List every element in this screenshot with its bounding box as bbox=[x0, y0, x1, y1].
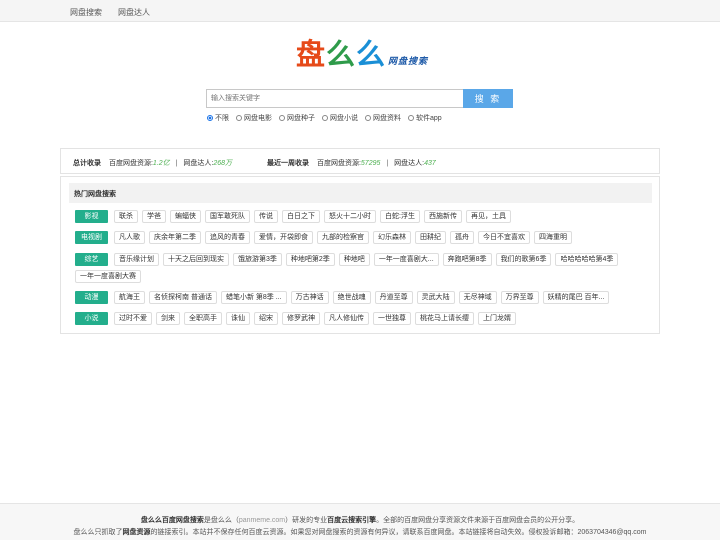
hot-row: 影视 联杀 学爸 蝙蝠侠 国军敢死队 传说 白日之下 怒火十二小时 白蛇:浮生 西施新传 再见，土具 bbox=[75, 210, 635, 223]
hot-tag[interactable]: 种地吧 bbox=[338, 253, 370, 266]
radio-icon bbox=[365, 115, 371, 121]
radio-icon bbox=[408, 115, 414, 121]
filter-movies[interactable]: 网盘电影 bbox=[236, 113, 272, 123]
hot-tag[interactable]: 孤舟 bbox=[450, 231, 474, 244]
hot-tag[interactable]: 一年一度喜剧大赛 bbox=[75, 270, 141, 283]
hot-tag[interactable]: 再见，土具 bbox=[465, 210, 511, 223]
site-logo[interactable]: 盘 么 么 网盘搜索 bbox=[296, 38, 436, 70]
filter-all[interactable]: 不限 bbox=[207, 113, 229, 123]
hot-tag[interactable]: 庆余年第二季 bbox=[149, 231, 201, 244]
radio-icon bbox=[236, 115, 242, 121]
hot-tag[interactable]: 我们的歌第6季 bbox=[495, 253, 552, 266]
hot-tag[interactable]: 一年一度喜剧大... bbox=[373, 253, 439, 266]
nav-pan-search[interactable]: 网盘搜索 bbox=[70, 7, 102, 18]
search-filters: 不限 网盘电影 网盘种子 网盘小说 网盘资料 软件app bbox=[207, 113, 442, 123]
filter-torrents[interactable]: 网盘种子 bbox=[279, 113, 315, 123]
hot-tag[interactable]: 田耕纪 bbox=[415, 231, 446, 244]
hot-tag[interactable]: 追风的青春 bbox=[205, 231, 250, 244]
category-badge[interactable]: 动漫 bbox=[75, 291, 108, 304]
week-label: 最近一周收录 bbox=[267, 160, 309, 167]
hot-tag[interactable]: 学爸 bbox=[142, 210, 166, 223]
search-button[interactable]: 搜 索 bbox=[463, 89, 513, 108]
week-resources: 57295 bbox=[360, 160, 381, 167]
hot-tag[interactable]: 丹道至尊 bbox=[374, 291, 413, 304]
hot-tag[interactable]: 今日不宜喜欢 bbox=[478, 231, 530, 244]
hot-tag[interactable]: 绍宋 bbox=[254, 312, 278, 325]
hot-row: 动漫 航海王 名侦探柯南 普通话 蜡笔小新 第8季 ... 万古神话 绝世战魂 丹道至尊 灵武… bbox=[75, 291, 635, 304]
hot-tag[interactable]: 蜡笔小新 第8季 ... bbox=[220, 291, 287, 304]
radio-checked-icon bbox=[207, 115, 213, 121]
hot-tag[interactable]: 国军敢死队 bbox=[205, 210, 250, 223]
total-resources: 1.2亿 bbox=[152, 160, 170, 167]
total-users: 268万 bbox=[213, 160, 233, 167]
stats-panel: 总计收录 百度网盘资源:1.2亿 | 网盘达人:268万 最近一周收录 百度网盘… bbox=[60, 148, 660, 174]
hot-tag[interactable]: 航海王 bbox=[114, 291, 145, 304]
hot-tag[interactable]: 种地吧第2季 bbox=[285, 253, 335, 266]
footer-line-2: 盘么么只抓取了网盘资源的链接索引。本站并不保存任何百度云资源。如果您对网盘搜索的… bbox=[73, 529, 647, 536]
hot-tag[interactable]: 奔跑吧第8季 bbox=[442, 253, 492, 266]
hot-tag[interactable]: 白蛇:浮生 bbox=[380, 210, 420, 223]
hot-tag[interactable]: 无尽神域 bbox=[458, 291, 497, 304]
hot-tag[interactable]: 灵武大陆 bbox=[416, 291, 455, 304]
hot-row: 电视剧 凡人歌 庆余年第二季 追风的青春 爱情，开袋即食 九部的检察官 幻乐森林 田耕纪 孤舟今… bbox=[75, 231, 635, 244]
hot-tag[interactable]: 过时不爱 bbox=[114, 312, 152, 325]
total-stats: 总计收录 百度网盘资源:1.2亿 | 网盘达人:268万 bbox=[73, 160, 233, 167]
hot-tag[interactable]: 诛仙 bbox=[226, 312, 250, 325]
hot-tag[interactable]: 传说 bbox=[254, 210, 278, 223]
radio-icon bbox=[322, 115, 328, 121]
logo-subtitle: 网盘搜索 bbox=[388, 56, 429, 66]
footer-line-1: 盘么么百度网盘搜索是盘么么（panmeme.com）研发的专业百度云搜索引擎。全… bbox=[140, 517, 580, 524]
hot-tag[interactable]: 西施新传 bbox=[423, 210, 462, 223]
hot-tag[interactable]: 九部的检察官 bbox=[317, 231, 369, 244]
hot-tag[interactable]: 联杀 bbox=[114, 210, 138, 223]
hot-tag[interactable]: 万古神话 bbox=[290, 291, 329, 304]
category-badge[interactable]: 电视剧 bbox=[75, 231, 108, 244]
hot-tag[interactable]: 万界至尊 bbox=[500, 291, 539, 304]
hot-tag[interactable]: 妖精的尾巴 百年... bbox=[542, 291, 610, 304]
hot-tag[interactable]: 修罗武神 bbox=[282, 312, 320, 325]
hot-tag[interactable]: 上门龙婿 bbox=[478, 312, 516, 325]
hot-tag[interactable]: 饿旅游第3季 bbox=[233, 253, 282, 266]
logo-char-3: 么 bbox=[356, 37, 386, 71]
hot-tag[interactable]: 全职高手 bbox=[184, 312, 222, 325]
week-stats: 最近一周收录 百度网盘资源:57295 | 网盘达人:437 bbox=[267, 160, 436, 167]
footer-domain-link[interactable]: panmeme.com bbox=[239, 517, 285, 524]
hot-tag[interactable]: 蝙蝠侠 bbox=[170, 210, 201, 223]
filter-materials[interactable]: 网盘资料 bbox=[365, 113, 401, 123]
category-badge[interactable]: 影视 bbox=[75, 210, 108, 223]
search-input[interactable] bbox=[206, 89, 464, 108]
hot-tag[interactable]: 哈哈哈哈哈第4季 bbox=[555, 253, 619, 266]
week-users: 437 bbox=[424, 160, 436, 167]
hot-row: 综艺 音乐缘计划 十天之后回到现实 饿旅游第3季 种地吧第2季 种地吧 一年一度喜剧大...… bbox=[75, 253, 635, 283]
hot-tag[interactable]: 幻乐森林 bbox=[373, 231, 411, 244]
hot-tag[interactable]: 桃花马上请长缨 bbox=[415, 312, 474, 325]
hot-tag[interactable]: 白日之下 bbox=[282, 210, 320, 223]
hot-tag[interactable]: 十天之后回到现实 bbox=[163, 253, 229, 266]
hot-tag[interactable]: 爱情，开袋即食 bbox=[254, 231, 313, 244]
nav-pan-experts[interactable]: 网盘达人 bbox=[118, 7, 150, 18]
logo-char-2: 么 bbox=[326, 37, 356, 71]
hot-tag[interactable]: 剑来 bbox=[156, 312, 180, 325]
hot-searches-panel: 热门网盘搜索 影视 联杀 学爸 蝙蝠侠 国军敢死队 传说 白日之下 怒火十二小时 白蛇:浮生 西施… bbox=[60, 176, 660, 334]
hot-tag[interactable]: 凡人歌 bbox=[114, 231, 145, 244]
hot-tag[interactable]: 音乐缘计划 bbox=[114, 253, 159, 266]
hot-tag[interactable]: 怒火十二小时 bbox=[324, 210, 376, 223]
footer: 盘么么百度网盘搜索是盘么么（panmeme.com）研发的专业百度云搜索引擎。全… bbox=[0, 503, 720, 540]
category-badge[interactable]: 综艺 bbox=[75, 253, 108, 266]
hot-searches-title: 热门网盘搜索 bbox=[69, 183, 652, 203]
hot-tag[interactable]: 一世独尊 bbox=[373, 312, 411, 325]
hot-tag[interactable]: 凡人修仙传 bbox=[324, 312, 369, 325]
hot-tag[interactable]: 名侦探柯南 普通话 bbox=[149, 291, 217, 304]
hot-tag[interactable]: 四海重明 bbox=[534, 231, 572, 244]
hot-tag[interactable]: 绝世战魂 bbox=[332, 291, 371, 304]
category-badge[interactable]: 小说 bbox=[75, 312, 108, 325]
top-nav: 网盘搜索 网盘达人 bbox=[0, 0, 720, 22]
total-label: 总计收录 bbox=[73, 160, 101, 167]
logo-char-1: 盘 bbox=[296, 37, 326, 71]
radio-icon bbox=[279, 115, 285, 121]
hot-row: 小说 过时不爱 剑来 全职高手 诛仙 绍宋 修罗武神 凡人修仙传 一世独尊 桃花马上请长缨 上门龙婿 bbox=[75, 312, 635, 325]
filter-novels[interactable]: 网盘小说 bbox=[322, 113, 358, 123]
filter-apps[interactable]: 软件app bbox=[408, 113, 442, 123]
